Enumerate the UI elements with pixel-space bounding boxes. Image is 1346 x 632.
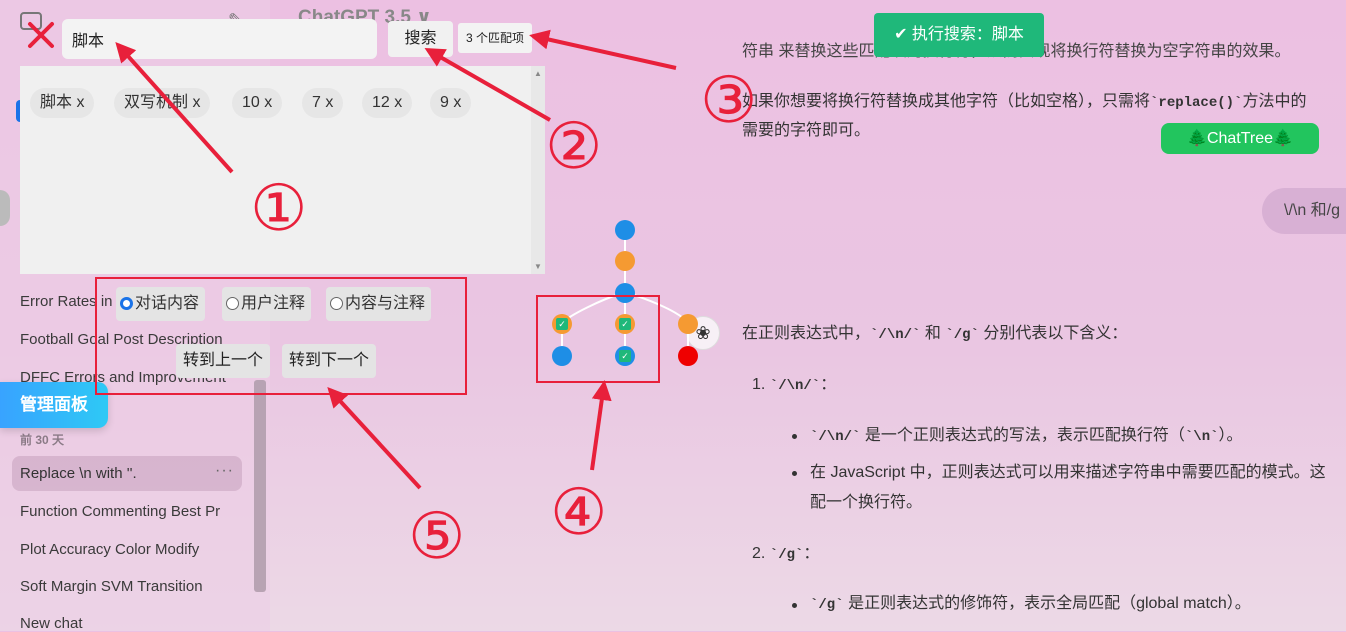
annotation-label-4: ④	[550, 476, 608, 550]
annotation-label-3: ③	[700, 64, 758, 138]
annotation-arrows	[115, 29, 677, 490]
annotation-label-2: ②	[545, 110, 603, 184]
annotation-label-1: ①	[250, 172, 308, 246]
annotation-label-5: ⑤	[408, 500, 466, 574]
